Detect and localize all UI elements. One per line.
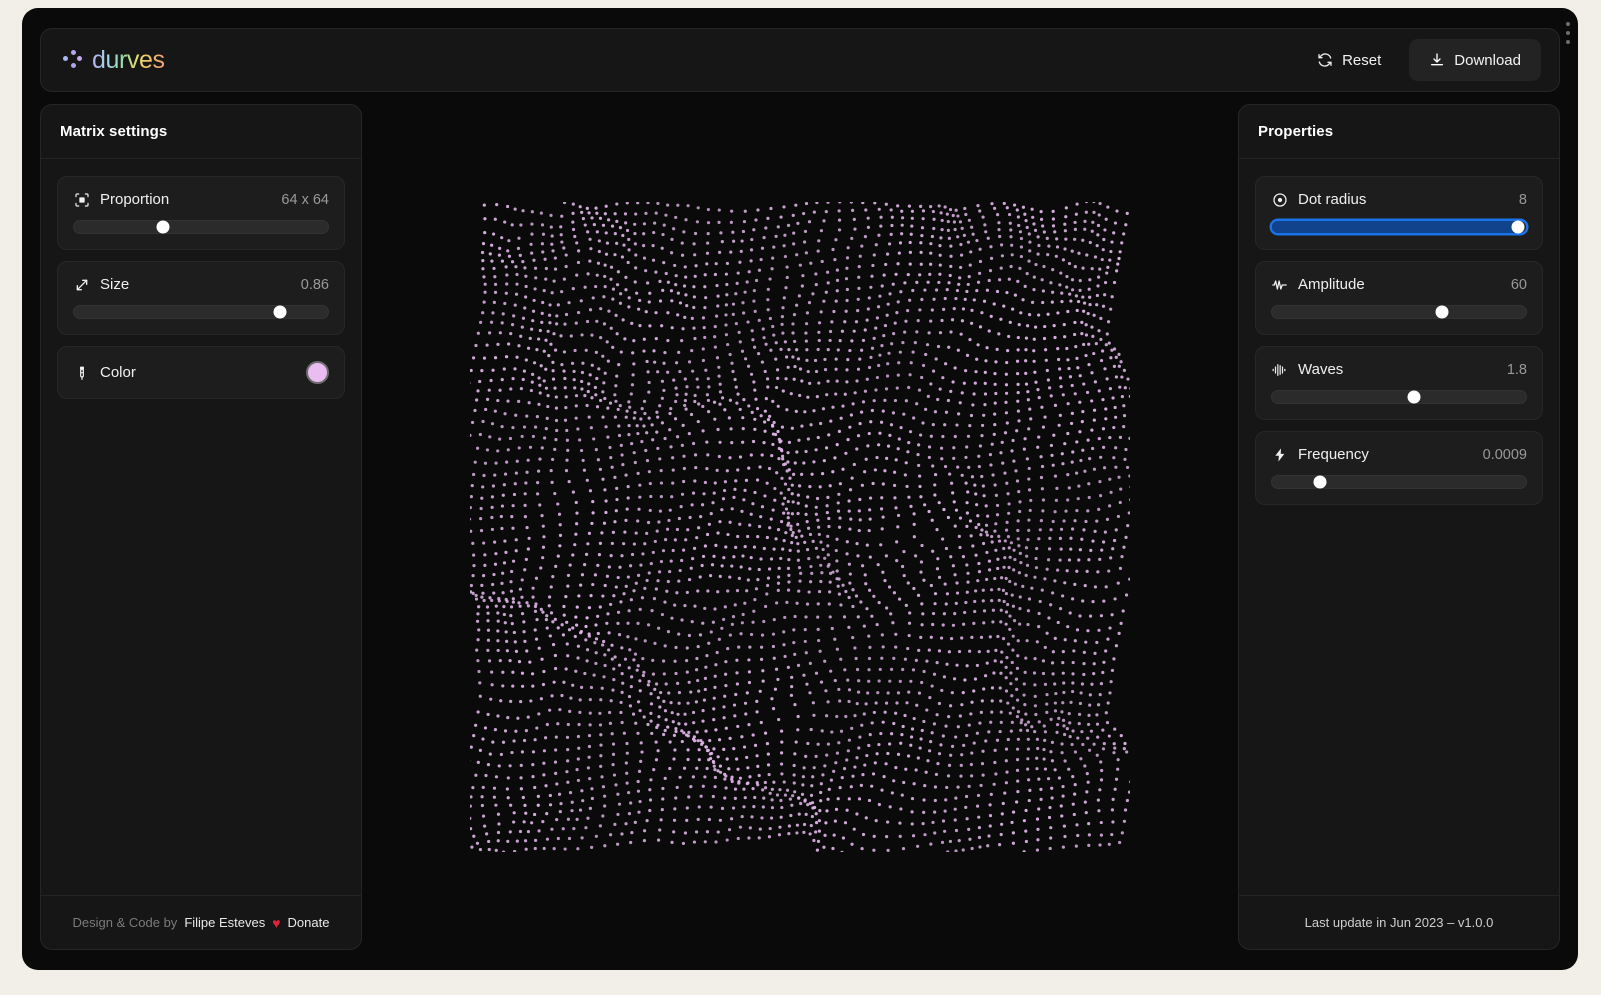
lightning-bolt-icon xyxy=(1271,446,1288,463)
control-proportion: Proportion 64 x 64 xyxy=(57,176,345,250)
control-waves: Waves 1.8 xyxy=(1255,346,1543,420)
slider-thumb[interactable] xyxy=(1408,391,1421,404)
credit-prefix: Design & Code by xyxy=(73,915,178,930)
control-amplitude: Amplitude 60 xyxy=(1255,261,1543,335)
matrix-panel-title: Matrix settings xyxy=(41,105,361,159)
top-bar: durves Reset xyxy=(40,28,1560,92)
waveform-icon xyxy=(1271,276,1288,293)
dot-radius-label: Dot radius xyxy=(1298,191,1366,208)
amplitude-slider[interactable] xyxy=(1271,305,1527,319)
slider-thumb[interactable] xyxy=(1314,476,1327,489)
waves-label: Waves xyxy=(1298,361,1343,378)
topbar-actions: Reset Download xyxy=(1297,39,1541,81)
size-label: Size xyxy=(100,276,129,293)
window-frame: durves Reset xyxy=(0,0,1601,995)
donate-link[interactable]: Donate xyxy=(288,915,330,930)
slider-thumb[interactable] xyxy=(1512,221,1525,234)
slider-fill xyxy=(1272,221,1518,233)
download-button[interactable]: Download xyxy=(1409,39,1541,81)
control-frequency: Frequency 0.0009 xyxy=(1255,431,1543,505)
brand-name: durves xyxy=(92,46,165,75)
app-shell: durves Reset xyxy=(22,8,1578,970)
app-logo[interactable]: durves xyxy=(63,46,165,75)
slider-thumb[interactable] xyxy=(273,306,286,319)
canvas-stage[interactable] xyxy=(380,104,1220,950)
dot-matrix-canvas[interactable] xyxy=(470,202,1130,852)
matrix-panel-footer: Design & Code by Filipe Esteves ♥ Donate xyxy=(41,895,361,949)
properties-panel-title: Properties xyxy=(1239,105,1559,159)
waves-slider[interactable] xyxy=(1271,390,1527,404)
refresh-icon xyxy=(1317,52,1333,68)
slider-thumb[interactable] xyxy=(156,221,169,234)
matrix-panel-body: Proportion 64 x 64 xyxy=(41,159,361,895)
reset-label: Reset xyxy=(1342,52,1381,69)
dot-radius-slider[interactable] xyxy=(1271,220,1527,234)
amplitude-value: 60 xyxy=(1511,277,1527,293)
four-dots-logo-icon xyxy=(63,50,83,70)
target-dot-icon xyxy=(1271,191,1288,208)
author-link[interactable]: Filipe Esteves xyxy=(184,915,265,930)
proportion-label: Proportion xyxy=(100,191,169,208)
color-label: Color xyxy=(100,364,136,381)
proportion-slider[interactable] xyxy=(73,220,329,234)
proportion-value: 64 x 64 xyxy=(281,192,329,208)
slider-thumb[interactable] xyxy=(1436,306,1449,319)
waves-value: 1.8 xyxy=(1507,362,1527,378)
color-swatch[interactable] xyxy=(306,361,329,384)
size-slider[interactable] xyxy=(73,305,329,319)
frequency-value: 0.0009 xyxy=(1483,447,1527,463)
amplitude-label: Amplitude xyxy=(1298,276,1365,293)
properties-panel-body: Dot radius 8 xyxy=(1239,159,1559,895)
frequency-label: Frequency xyxy=(1298,446,1369,463)
frame-crop-icon xyxy=(73,191,90,208)
main-columns: Matrix settings xyxy=(40,104,1560,950)
frequency-slider[interactable] xyxy=(1271,475,1527,489)
reset-button[interactable]: Reset xyxy=(1297,39,1401,81)
last-update-text: Last update in Jun 2023 – v1.0.0 xyxy=(1305,915,1494,930)
control-dot-radius: Dot radius 8 xyxy=(1255,176,1543,250)
eyedropper-icon xyxy=(73,364,90,381)
resize-diagonal-icon xyxy=(73,276,90,293)
properties-panel-footer: Last update in Jun 2023 – v1.0.0 xyxy=(1239,895,1559,949)
control-size: Size 0.86 xyxy=(57,261,345,335)
heart-icon: ♥ xyxy=(272,916,280,930)
download-label: Download xyxy=(1454,52,1521,69)
properties-panel: Properties Dot radius 8 xyxy=(1238,104,1560,950)
size-value: 0.86 xyxy=(301,277,329,293)
dot-radius-value: 8 xyxy=(1519,192,1527,208)
download-icon xyxy=(1429,52,1445,68)
drag-dots-icon[interactable] xyxy=(1563,22,1573,44)
matrix-settings-panel: Matrix settings xyxy=(40,104,362,950)
control-color: Color xyxy=(57,346,345,399)
audio-bars-icon xyxy=(1271,361,1288,378)
